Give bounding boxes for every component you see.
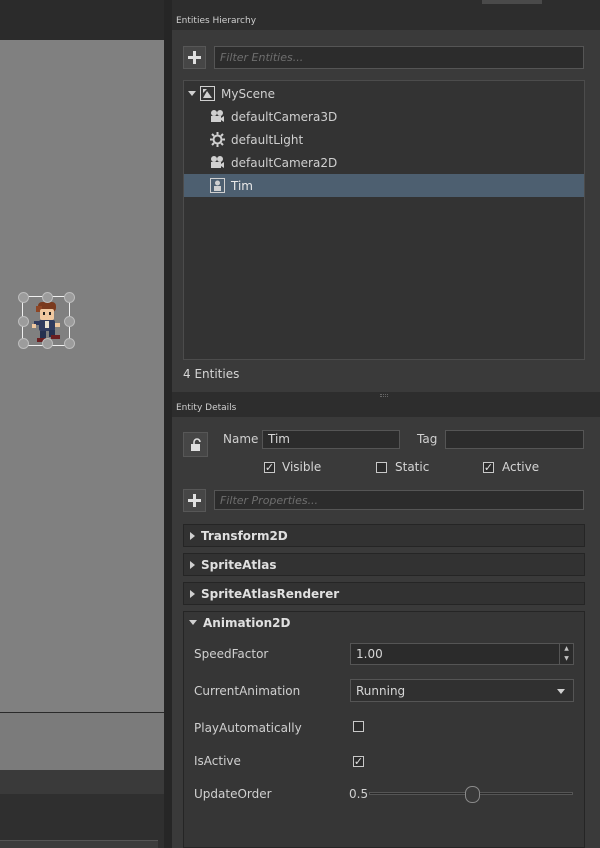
tree-item-defaultlight[interactable]: defaultLight <box>184 128 584 151</box>
resize-handle[interactable] <box>18 316 29 327</box>
isactive-row[interactable]: ✓ <box>353 754 364 768</box>
filter-entities-input[interactable]: Filter Entities... <box>214 46 584 69</box>
camera-icon <box>211 110 224 122</box>
tree-item-label: Tim <box>231 178 253 193</box>
expand-arrow-icon[interactable] <box>188 91 196 96</box>
currentanimation-dropdown[interactable]: Running <box>350 679 574 702</box>
lock-button[interactable] <box>183 432 208 457</box>
tag-field[interactable] <box>445 430 584 449</box>
tree-item-tim[interactable]: Tim <box>184 174 584 197</box>
tree-item-myscene[interactable]: MyScene <box>184 82 584 105</box>
updateorder-slider-track[interactable] <box>369 786 573 803</box>
resize-handle[interactable] <box>64 338 75 349</box>
visible-label: Visible <box>282 460 322 474</box>
updateorder-label: UpdateOrder <box>194 787 272 801</box>
checkmark-icon: ✓ <box>264 460 275 474</box>
isactive-label: IsActive <box>194 754 241 768</box>
filter-entities-placeholder: Filter Entities... <box>220 51 304 64</box>
speedfactor-label: SpeedFactor <box>194 647 269 661</box>
tree-item-label: MyScene <box>221 86 276 101</box>
name-field[interactable]: Tim <box>262 430 400 449</box>
tree-item-label: defaultLight <box>231 132 304 147</box>
resize-handle[interactable] <box>64 316 75 327</box>
vertical-splitter[interactable] <box>164 0 172 848</box>
details-panel-title: Entity Details <box>176 403 237 413</box>
playautomatically-checkbox[interactable] <box>353 721 364 732</box>
light-icon <box>210 132 225 147</box>
component-spriteatlas[interactable]: SpriteAtlas <box>183 553 585 576</box>
chevron-down-icon <box>557 689 565 694</box>
tree-item-label: defaultCamera2D <box>231 155 338 170</box>
entity-count: 4 Entities <box>183 367 240 381</box>
active-checkbox-row[interactable]: ✓ Active <box>483 460 539 474</box>
checkmark-icon: ✓ <box>483 460 494 474</box>
spin-down-icon[interactable]: ▼ <box>560 654 573 664</box>
component-animation2d[interactable]: Animation2D <box>183 611 585 634</box>
resize-handle[interactable] <box>42 292 53 303</box>
resize-handle[interactable] <box>42 338 53 349</box>
visible-checkbox[interactable]: ✓ <box>264 460 275 474</box>
resize-handle[interactable] <box>18 338 29 349</box>
filter-properties-placeholder: Filter Properties... <box>220 494 319 507</box>
scene-viewport[interactable] <box>0 40 164 712</box>
collapsed-arrow-icon <box>190 589 195 598</box>
static-checkbox-row[interactable]: Static <box>376 460 429 474</box>
active-label: Active <box>502 460 540 474</box>
tag-label: Tag <box>417 432 438 446</box>
panel-resize-grip[interactable] <box>380 394 388 397</box>
collapsed-arrow-icon <box>190 560 195 569</box>
component-label: Animation2D <box>203 615 291 630</box>
collapsed-arrow-icon <box>190 531 195 540</box>
currentanimation-value: Running <box>356 683 406 698</box>
active-checkbox[interactable]: ✓ <box>483 460 494 474</box>
tree-item-defaultcamera2d[interactable]: defaultCamera2D <box>184 151 584 174</box>
spin-buttons[interactable]: ▲ ▼ <box>559 644 573 664</box>
spin-up-icon[interactable]: ▲ <box>560 644 573 654</box>
viewport-lower-area <box>0 712 164 770</box>
hierarchy-panel-title: Entities Hierarchy <box>176 16 257 26</box>
resize-handle[interactable] <box>18 292 29 303</box>
resize-handle[interactable] <box>64 292 75 303</box>
add-entity-button[interactable] <box>183 46 206 69</box>
component-transform2d[interactable]: Transform2D <box>183 524 585 547</box>
camera-icon <box>211 156 224 168</box>
entity-tree: MyScene defaultCamera3D defaultLight def… <box>183 80 585 360</box>
visible-checkbox-row[interactable]: ✓ Visible <box>264 460 321 474</box>
viewport-toolbar <box>0 0 164 40</box>
speedfactor-value: 1.00 <box>356 647 383 661</box>
component-label: SpriteAtlasRenderer <box>201 586 340 601</box>
static-label: Static <box>395 460 430 474</box>
name-label: Name <box>223 432 259 446</box>
checkmark-icon: ✓ <box>353 755 364 768</box>
plus-icon <box>188 494 201 507</box>
component-label: SpriteAtlas <box>201 557 277 572</box>
toolbar-button-edge[interactable] <box>482 0 542 4</box>
component-spriteatlasrenderer[interactable]: SpriteAtlasRenderer <box>183 582 585 605</box>
tree-item-label: defaultCamera3D <box>231 109 338 124</box>
static-checkbox[interactable] <box>376 461 387 473</box>
component-label: Transform2D <box>201 528 288 543</box>
sprite-selection-bounds[interactable] <box>18 292 75 349</box>
filter-properties-input[interactable]: Filter Properties... <box>214 490 584 510</box>
playautomatically-label: PlayAutomatically <box>194 721 302 735</box>
bottom-panel-header <box>0 770 164 794</box>
playautomatically-row[interactable] <box>353 721 364 735</box>
tree-item-defaultcamera3d[interactable]: defaultCamera3D <box>184 105 584 128</box>
isactive-checkbox[interactable]: ✓ <box>353 756 364 767</box>
horizontal-scrollbar[interactable] <box>0 840 158 848</box>
sprite-entity-icon <box>210 178 225 193</box>
currentanimation-label: CurrentAnimation <box>194 684 301 698</box>
expanded-arrow-icon <box>189 620 197 625</box>
plus-icon <box>188 51 201 64</box>
updateorder-value: 0.5 <box>349 787 369 801</box>
add-component-button[interactable] <box>183 489 206 512</box>
scene-icon <box>200 86 215 101</box>
unlock-icon <box>190 437 201 451</box>
speedfactor-field[interactable]: 1.00 ▲ ▼ <box>350 643 574 665</box>
slider-thumb[interactable] <box>465 786 480 803</box>
